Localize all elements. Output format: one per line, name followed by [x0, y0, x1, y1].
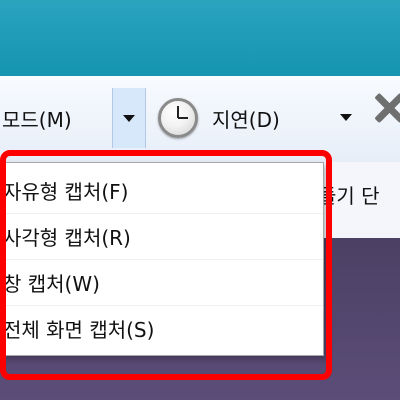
delay-button[interactable]: 지연(D): [158, 88, 368, 148]
mode-label: 모드(M): [2, 107, 72, 132]
chevron-down-icon: [123, 114, 135, 122]
delay-label: 지연(D): [212, 107, 280, 132]
highlight-box: [0, 150, 332, 380]
delay-dropdown-button[interactable]: [340, 114, 352, 121]
chevron-down-icon: [340, 114, 352, 121]
title-bar: [0, 0, 400, 77]
mode-dropdown-button[interactable]: [112, 88, 146, 148]
cancel-icon[interactable]: [370, 88, 400, 128]
mode-button[interactable]: 모드(M): [0, 88, 110, 148]
clock-icon: [158, 98, 198, 138]
